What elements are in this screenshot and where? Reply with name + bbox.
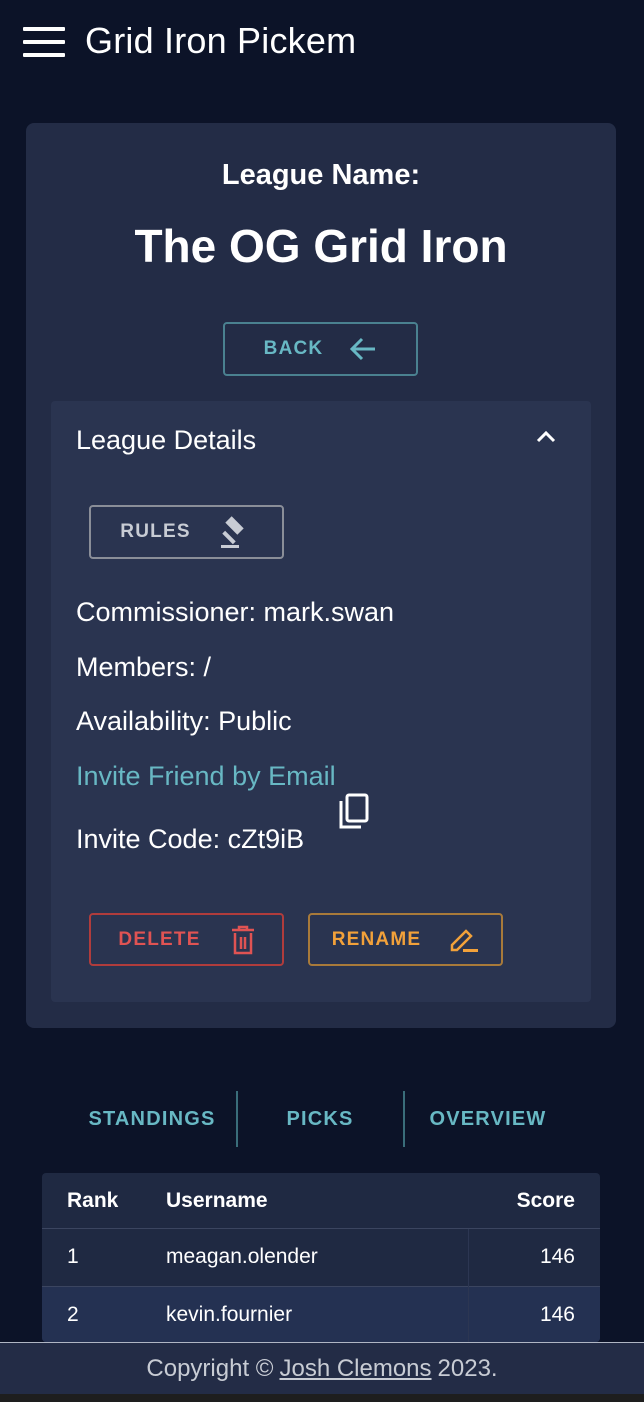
menu-icon[interactable] xyxy=(23,27,65,57)
bottom-strip xyxy=(0,1394,644,1402)
copyright-prefix: Copyright © xyxy=(146,1354,274,1382)
invite-friend-link[interactable]: Invite Friend by Email xyxy=(76,761,336,792)
tab-picks[interactable]: PICKS xyxy=(236,1091,404,1147)
tab-overview[interactable]: OVERVIEW xyxy=(404,1091,572,1147)
score-cell: 146 xyxy=(539,1303,575,1326)
invite-code-text: Invite Code: cZt9iB xyxy=(76,824,305,854)
username-cell: kevin.fournier xyxy=(166,1303,293,1326)
table-row[interactable]: 2 kevin.fournier 146 xyxy=(42,1287,600,1342)
copy-icon[interactable] xyxy=(337,793,371,831)
chevron-up-icon[interactable] xyxy=(535,429,557,443)
arrow-left-icon xyxy=(350,337,376,361)
members-text: Members: / xyxy=(76,652,212,682)
trash-icon xyxy=(231,925,254,954)
league-name: The OG Grid Iron xyxy=(134,220,508,272)
league-tabs: STANDINGS PICKS OVERVIEW xyxy=(68,1091,572,1147)
rules-button[interactable]: RULES xyxy=(89,505,284,559)
league-details-accordion: League Details RULES Commissioner: mark.… xyxy=(51,401,591,1002)
score-cell: 146 xyxy=(539,1245,575,1268)
availability-text: Availability: Public xyxy=(76,706,292,736)
table-header: Rank Username Score xyxy=(42,1173,600,1229)
rank-cell: 1 xyxy=(67,1245,79,1268)
edit-icon xyxy=(451,928,479,952)
app-title: Grid Iron Pickem xyxy=(85,20,357,61)
tab-standings[interactable]: STANDINGS xyxy=(68,1091,236,1147)
app-bar: Grid Iron Pickem xyxy=(0,0,644,84)
league-name-label: League Name: xyxy=(221,159,421,191)
header-username[interactable]: Username xyxy=(166,1189,268,1213)
rank-cell: 2 xyxy=(67,1303,79,1326)
header-rank[interactable]: Rank xyxy=(67,1189,118,1213)
column-divider xyxy=(468,1287,469,1342)
back-button-label: BACK xyxy=(263,338,324,359)
header-score[interactable]: Score xyxy=(517,1189,575,1213)
author-link[interactable]: Josh Clemons xyxy=(279,1355,431,1383)
standings-table: Rank Username Score 1 meagan.olender 146… xyxy=(42,1173,600,1342)
column-divider xyxy=(468,1229,469,1287)
league-details-title[interactable]: League Details xyxy=(76,425,256,456)
delete-button[interactable]: DELETE xyxy=(89,913,284,966)
rename-button-label: RENAME xyxy=(331,928,422,950)
copyright-year: 2023. xyxy=(437,1354,498,1382)
table-row[interactable]: 1 meagan.olender 146 xyxy=(42,1229,600,1287)
gavel-icon xyxy=(220,516,244,548)
rules-button-label: RULES xyxy=(120,521,191,542)
commissioner-text: Commissioner: mark.swan xyxy=(76,597,395,627)
delete-button-label: DELETE xyxy=(118,928,201,950)
back-button[interactable]: BACK xyxy=(223,322,418,376)
username-cell: meagan.olender xyxy=(166,1245,318,1268)
rename-button[interactable]: RENAME xyxy=(308,913,503,966)
league-card: League Name: The OG Grid Iron BACK Leagu… xyxy=(26,123,616,1028)
footer: Copyright © Josh Clemons 2023. xyxy=(0,1342,644,1394)
